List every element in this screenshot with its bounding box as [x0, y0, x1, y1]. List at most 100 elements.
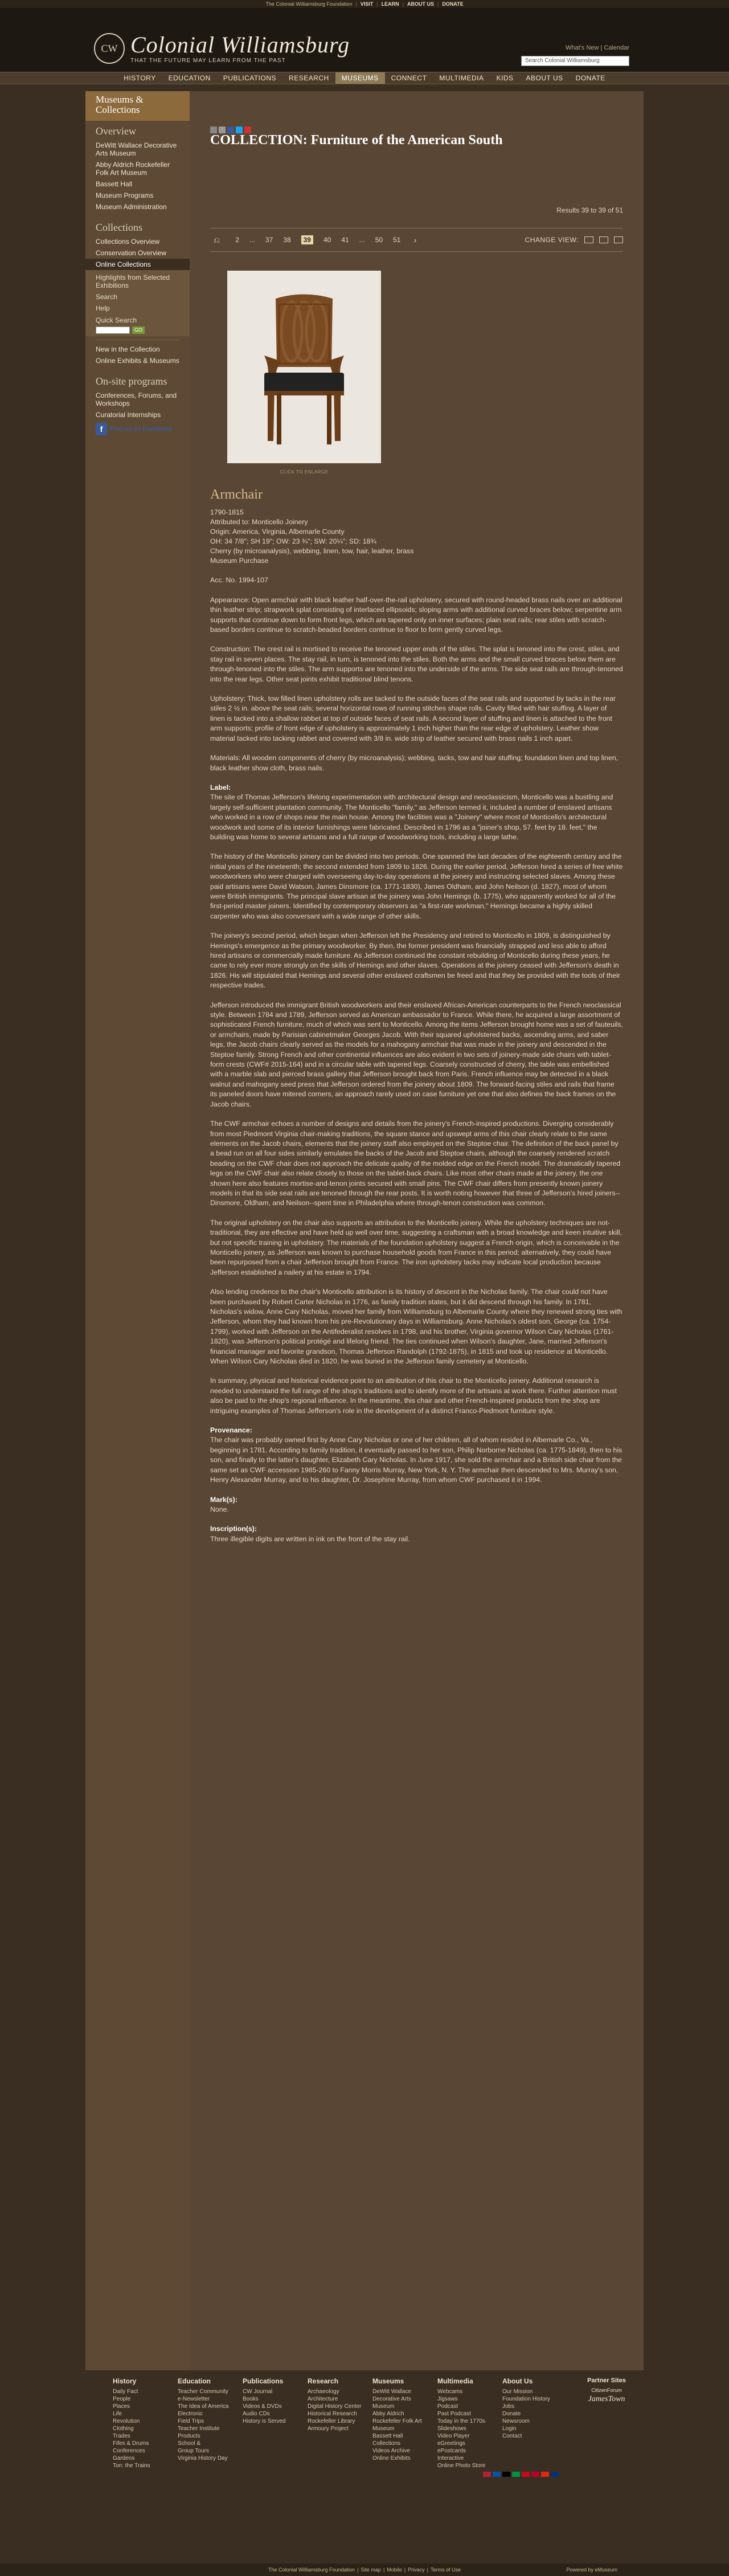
sidebar-sub-highlights[interactable]: Highlights from Selected Exhibitions — [85, 270, 190, 291]
footer-heading[interactable]: History — [113, 2377, 170, 2385]
footer-link[interactable]: Jigsaws — [437, 2395, 494, 2403]
footer-link[interactable]: Webcams — [437, 2388, 494, 2395]
footer-link[interactable]: Donate — [502, 2410, 559, 2418]
nav-connect[interactable]: CONNECT — [385, 72, 433, 84]
footer-link[interactable]: Group Tours — [178, 2447, 235, 2455]
twitter-share-icon[interactable] — [236, 126, 243, 133]
page-link[interactable]: 50 — [375, 236, 383, 244]
sidebar-sub-help[interactable]: Help — [85, 303, 190, 314]
footer-link[interactable]: Videos Archive — [372, 2447, 429, 2455]
print-icon[interactable] — [219, 126, 226, 133]
footer-terms-link[interactable]: Terms of Use — [431, 2567, 461, 2573]
footer-heading[interactable]: Publications — [243, 2377, 300, 2385]
footer-link[interactable]: DeWitt Wallace Decorative Arts Museum — [372, 2388, 429, 2410]
page-link[interactable]: 40 — [323, 236, 331, 244]
flag-icon[interactable] — [551, 2472, 559, 2477]
sidebar-item-online-exhibits[interactable]: Online Exhibits & Museums — [85, 355, 190, 366]
footer-mobile-link[interactable]: Mobile — [387, 2567, 402, 2573]
quick-search-go-button[interactable]: GO — [132, 326, 145, 334]
footer-link[interactable]: Revolution — [113, 2418, 170, 2425]
about-us-link[interactable]: ABOUT US — [407, 1, 434, 7]
sidebar-item-internships[interactable]: Curatorial Internships — [85, 409, 190, 421]
footer-sitemap-link[interactable]: Site map — [361, 2567, 381, 2573]
detail-view-icon[interactable] — [614, 236, 623, 243]
footer-foundation-link[interactable]: The Colonial Williamsburg Foundation — [268, 2567, 355, 2573]
footer-heading[interactable]: Research — [308, 2377, 364, 2385]
sidebar-item-dewitt[interactable]: DeWitt Wallace Decorative Arts Museum — [85, 140, 190, 159]
nav-about-us[interactable]: ABOUT US — [520, 72, 570, 84]
footer-link[interactable]: Our Mission — [502, 2388, 559, 2395]
footer-link[interactable]: Rockefeller Library — [308, 2418, 364, 2425]
sidebar-item-museum-administration[interactable]: Museum Administration — [85, 201, 190, 213]
flag-icon[interactable] — [531, 2472, 539, 2477]
jamestown-logo[interactable]: JamesTown — [575, 2395, 638, 2403]
footer-link[interactable]: Digital History Center — [308, 2403, 364, 2410]
sidebar-item-online-collections[interactable]: Online Collections — [85, 259, 190, 270]
footer-link[interactable]: Today in the 1770s — [437, 2418, 494, 2425]
sidebar-item-abby-aldrich[interactable]: Abby Aldrich Rockefeller Folk Art Museum — [85, 159, 190, 178]
footer-link[interactable]: Products — [178, 2432, 235, 2440]
citizenforum-logo[interactable]: CitizenForum — [575, 2387, 638, 2393]
footer-link[interactable]: Foundation History — [502, 2395, 559, 2403]
footer-link[interactable]: Login — [502, 2425, 559, 2432]
footer-link[interactable]: Electronic — [178, 2410, 235, 2418]
page-link[interactable]: 51 — [393, 236, 400, 244]
footer-link[interactable]: Trades — [113, 2432, 170, 2440]
sidebar-item-bassett-hall[interactable]: Bassett Hall — [85, 178, 190, 190]
object-photo[interactable] — [227, 271, 381, 463]
footer-link[interactable]: Daily Fact — [113, 2388, 170, 2395]
nav-donate[interactable]: DONATE — [570, 72, 612, 84]
footer-link[interactable]: Teacher Institute — [178, 2425, 235, 2432]
flag-icon[interactable] — [502, 2472, 510, 2477]
page-link[interactable]: 38 — [283, 236, 290, 244]
nav-research[interactable]: RESEARCH — [282, 72, 335, 84]
footer-link[interactable]: Online Photo Store — [437, 2462, 494, 2469]
sidebar-item-new-in-collection[interactable]: New in the Collection — [85, 344, 190, 355]
footer-heading[interactable]: Education — [178, 2377, 235, 2385]
footer-link[interactable]: Podcast — [437, 2403, 494, 2410]
footer-link[interactable]: Ton: the Trains — [113, 2462, 170, 2469]
footer-heading[interactable]: Multimedia — [437, 2377, 494, 2385]
footer-link[interactable]: Bassett Hall — [372, 2432, 429, 2440]
footer-link[interactable]: ePostcards — [437, 2447, 494, 2455]
footer-link[interactable]: Armoury Project — [308, 2425, 364, 2432]
facebook-badge[interactable]: f Find us on Facebook — [85, 421, 190, 443]
nav-kids[interactable]: KIDS — [490, 72, 520, 84]
nav-history[interactable]: HISTORY — [117, 72, 162, 84]
grid-view-icon[interactable] — [599, 236, 608, 243]
email-share-icon[interactable] — [210, 126, 217, 133]
footer-link[interactable]: Newsroom — [502, 2418, 559, 2425]
footer-link[interactable]: Field Trips — [178, 2418, 235, 2425]
page-link[interactable]: 41 — [341, 236, 349, 244]
visit-link[interactable]: VISIT — [361, 1, 374, 7]
footer-link[interactable]: Jobs — [502, 2403, 559, 2410]
footer-link[interactable]: Clothing — [113, 2425, 170, 2432]
sidebar-item-conservation-overview[interactable]: Conservation Overview — [85, 247, 190, 259]
footer-link[interactable]: Interactive — [437, 2455, 494, 2462]
first-page-icon[interactable]: ⎌ — [214, 235, 220, 245]
sidebar-item-collections-overview[interactable]: Collections Overview — [85, 236, 190, 247]
footer-link[interactable]: Gardens — [113, 2455, 170, 2462]
quick-search-input[interactable] — [96, 326, 130, 334]
footer-link[interactable]: Videos & DVDs — [243, 2403, 300, 2410]
donate-link[interactable]: DONATE — [442, 1, 463, 7]
site-logo[interactable]: CW Colonial Williamsburg THAT THE FUTURE… — [94, 33, 350, 64]
list-view-icon[interactable] — [584, 236, 593, 243]
footer-link[interactable]: Historical Research — [308, 2410, 364, 2418]
footer-privacy-link[interactable]: Privacy — [408, 2567, 425, 2573]
footer-link[interactable]: Places — [113, 2403, 170, 2410]
footer-link[interactable]: Collections — [372, 2440, 429, 2447]
page-link[interactable]: 37 — [265, 236, 273, 244]
footer-link[interactable]: Audio CDs — [243, 2410, 300, 2418]
footer-link[interactable]: Teacher Community — [178, 2388, 235, 2395]
footer-link[interactable]: History is Served — [243, 2418, 300, 2425]
footer-link[interactable]: Slideshows — [437, 2425, 494, 2432]
footer-link[interactable]: The Idea of America — [178, 2403, 235, 2410]
flag-icon[interactable] — [512, 2472, 520, 2477]
sidebar-sub-search[interactable]: Search — [85, 291, 190, 303]
footer-link[interactable]: Archaeology — [308, 2388, 364, 2395]
footer-link[interactable]: Life — [113, 2410, 170, 2418]
footer-link[interactable]: Fifes & Drums — [113, 2440, 170, 2447]
footer-link[interactable]: People — [113, 2395, 170, 2403]
last-page-icon[interactable]: › — [413, 235, 416, 244]
